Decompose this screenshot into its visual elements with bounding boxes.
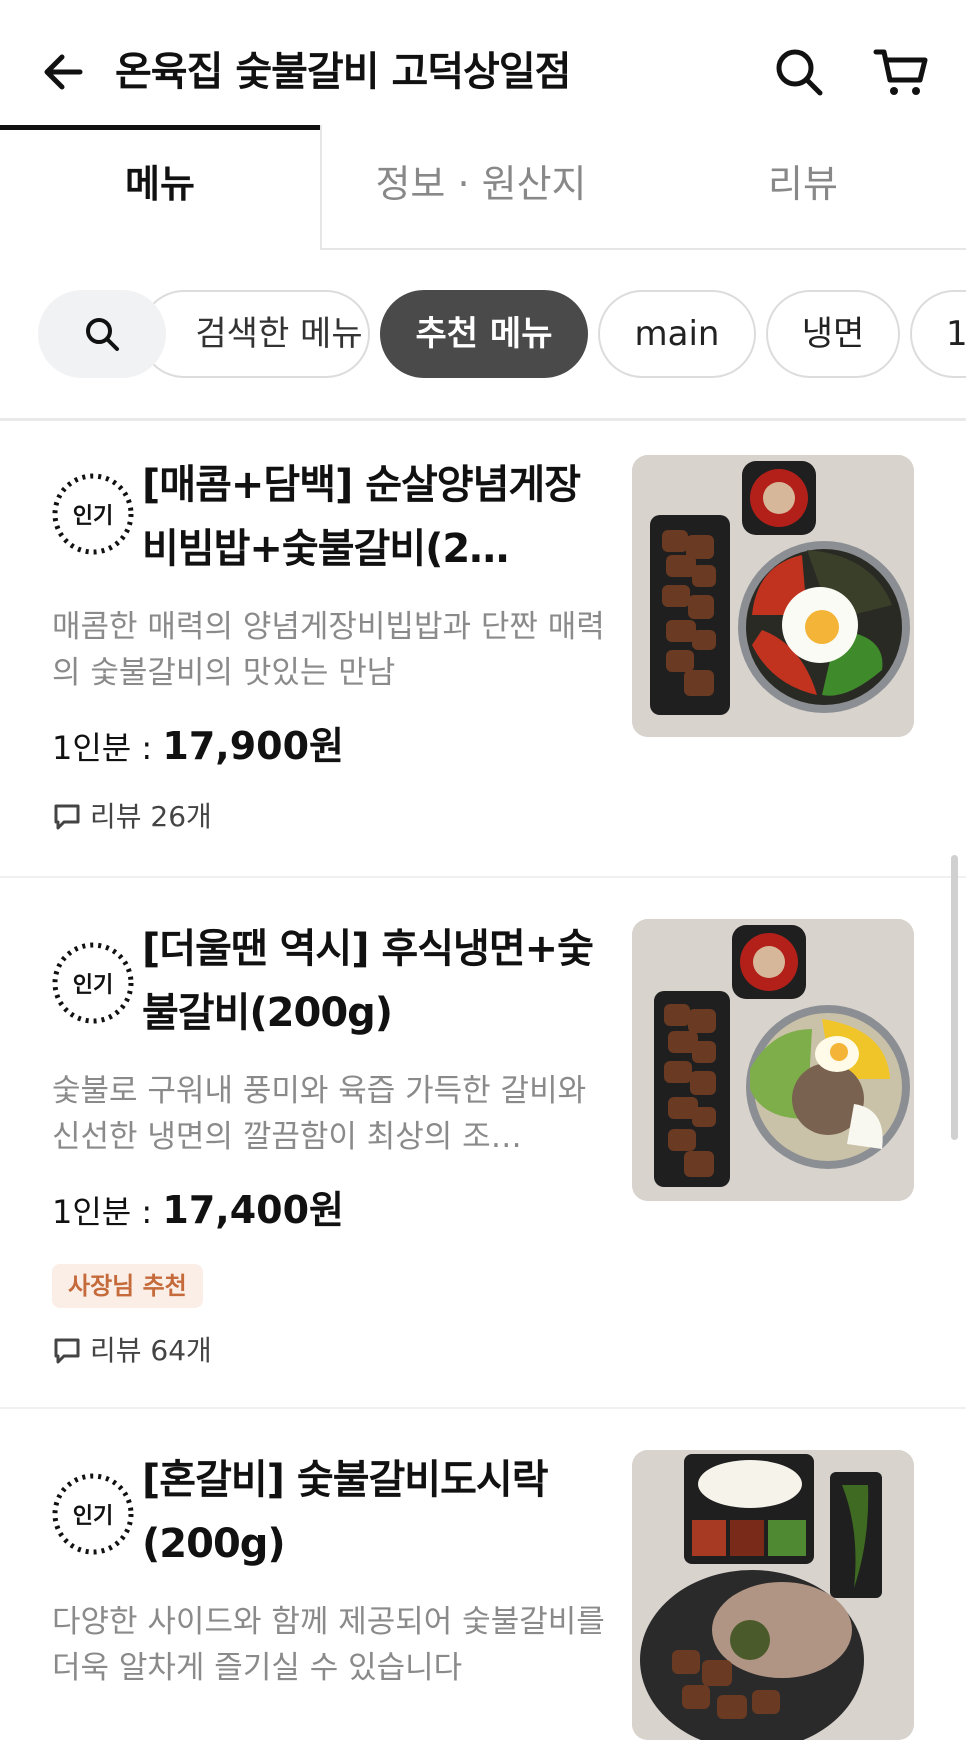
scrollbar[interactable]	[951, 855, 958, 1140]
menu-item-name: [더울땐 역시] 후식냉면+숯불갈비(200g)	[142, 926, 594, 1036]
search-icon[interactable]	[773, 46, 825, 98]
owner-recommend-tag: 사장님 추천	[52, 1264, 203, 1308]
menu-search-button[interactable]	[38, 290, 166, 378]
popular-badge-icon: 인기	[52, 942, 134, 1024]
menu-item-description: 매콤한 매력의 양념게장비빕밥과 단짠 매력의 숯불갈비의 맛있는 만남	[52, 609, 605, 691]
popular-badge-label: 인기	[73, 973, 113, 998]
popular-badge-label: 인기	[73, 1504, 113, 1529]
menu-item-name: [매콤+담백] 순살양념게장 비빔밥+숯불갈비(2…	[142, 462, 581, 572]
menu-item-name: [혼갈비] 숯불갈비도시락(200g)	[142, 1457, 549, 1567]
speech-bubble-icon	[54, 804, 80, 830]
menu-item[interactable]: 인기 [매콤+담백] 순살양념게장 비빔밥+숯불갈비(2… 매콤한 매력의 양념…	[0, 421, 966, 878]
menu-item-photo	[632, 919, 914, 1201]
chip-searched-menu[interactable]: 검색한 메뉴	[140, 290, 370, 378]
speech-bubble-icon	[54, 1338, 80, 1364]
chip-single[interactable]: 1인	[910, 290, 966, 378]
store-tabs: 메뉴 정보 · 원산지 리뷰	[0, 125, 966, 250]
menu-item[interactable]: 인기 [혼갈비] 숯불갈비도시락(200g) 다양한 사이드와 함께 제공되어 …	[0, 1408, 966, 1740]
menu-item-price: 1인분 : 17,900원	[52, 724, 344, 768]
cart-icon[interactable]	[873, 46, 929, 98]
popular-badge-label: 인기	[73, 504, 113, 529]
naengmyeon-galbi-image	[632, 919, 914, 1201]
store-title: 온육집 숯불갈비 고덕상일점	[115, 49, 571, 95]
menu-item-reviews: 리뷰 64개	[52, 1331, 212, 1371]
menu-item[interactable]: 인기 [더울땐 역시] 후식냉면+숯불갈비(200g) 숯불로 구워내 풍미와 …	[0, 877, 966, 1409]
tab-info-origin[interactable]: 정보 · 원산지	[320, 125, 640, 250]
menu-item-photo	[632, 455, 914, 737]
galbi-dosirak-image	[632, 1450, 914, 1740]
chip-main[interactable]: main	[598, 290, 756, 378]
back-arrow-icon[interactable]	[40, 48, 88, 96]
menu-item-reviews: 리뷰 26개	[52, 797, 212, 837]
menu-filter-bar: 검색한 메뉴 추천 메뉴 main 냉면 1인	[0, 288, 966, 383]
menu-item-description: 숯불로 구워내 풍미와 육즙 가득한 갈비와 신선한 냉면의 깔끔함이 최상의 …	[52, 1073, 587, 1155]
menu-item-photo	[632, 1450, 914, 1740]
chip-naengmyeon[interactable]: 냉면	[766, 290, 900, 378]
tab-reviews[interactable]: 리뷰	[640, 125, 966, 250]
bibimbap-galbi-image	[632, 455, 914, 737]
app-header: 온육집 숯불갈비 고덕상일점	[0, 0, 966, 125]
search-icon	[86, 318, 119, 351]
chip-recommended-menu[interactable]: 추천 메뉴	[380, 290, 588, 378]
menu-item-description: 다양한 사이드와 함께 제공되어 숯불갈비를 더욱 알차게 즐기실 수 있습니다	[52, 1604, 605, 1686]
popular-badge-icon: 인기	[52, 1473, 134, 1555]
popular-badge-icon: 인기	[52, 473, 134, 555]
tab-menu[interactable]: 메뉴	[0, 125, 322, 250]
menu-item-price: 1인분 : 17,400원	[52, 1188, 344, 1232]
